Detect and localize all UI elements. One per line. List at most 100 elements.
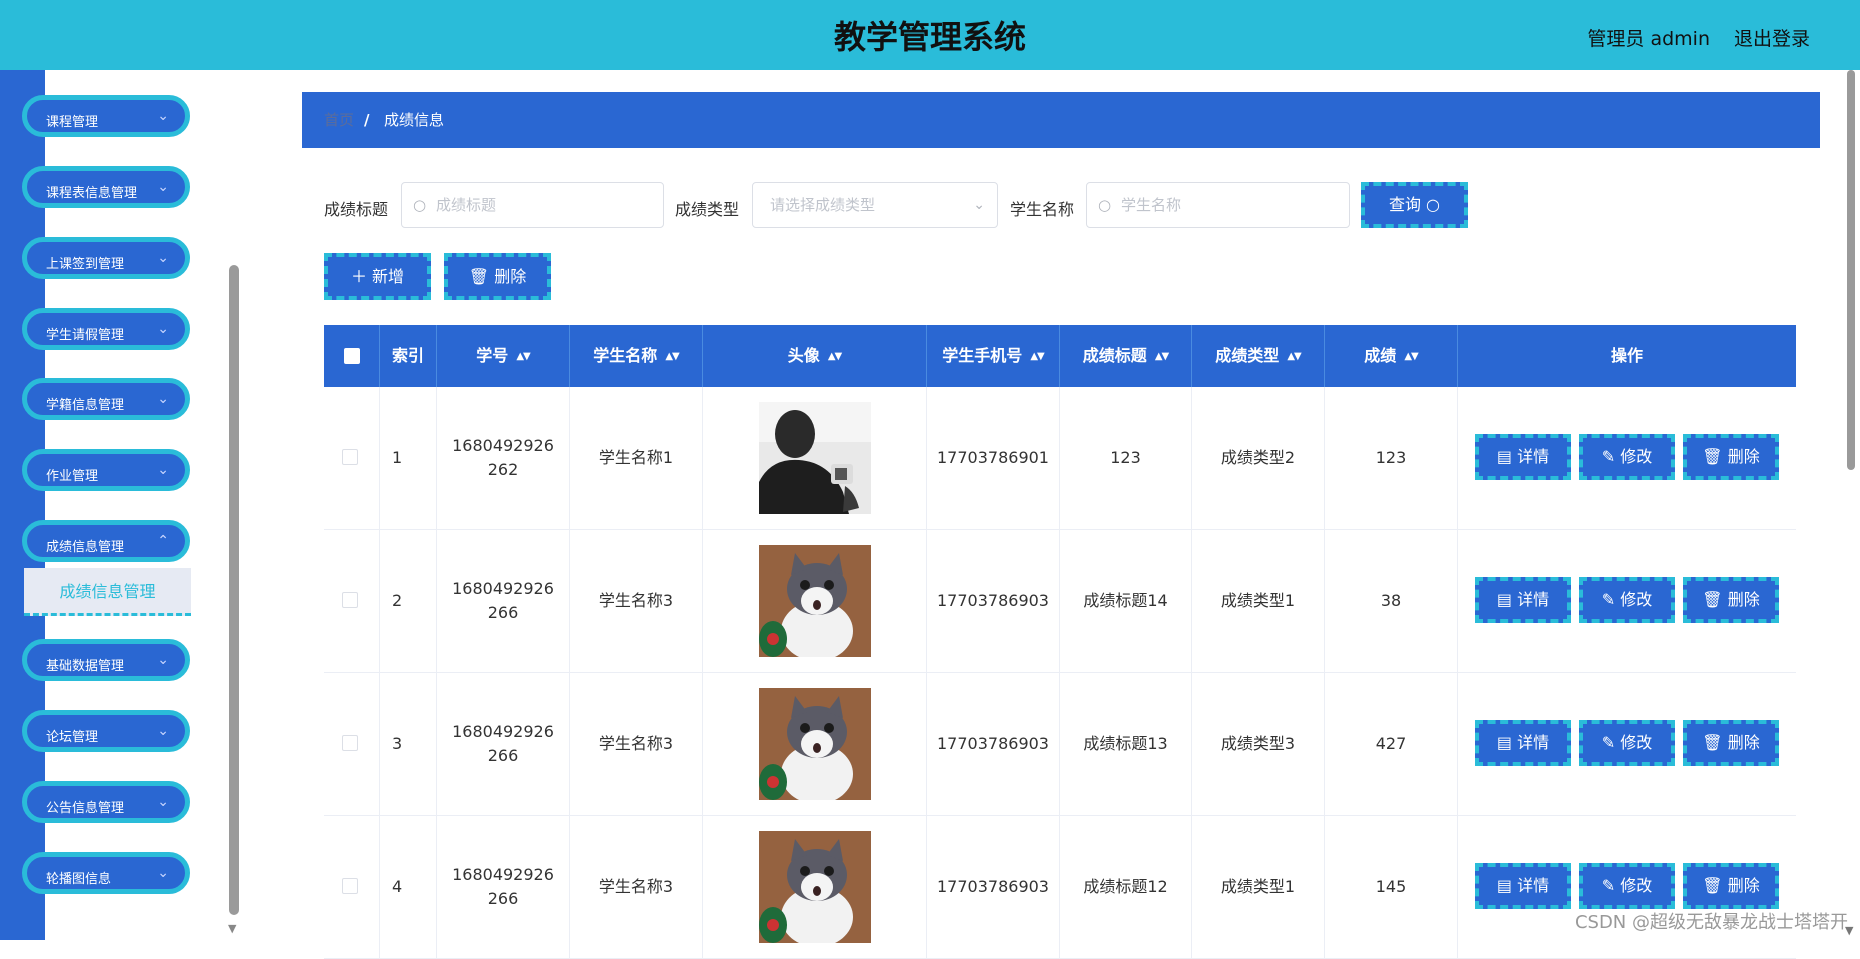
- sort-icon[interactable]: ▲▼: [1155, 351, 1169, 362]
- edit-button[interactable]: ✎ 修改: [1579, 863, 1675, 909]
- cell-text: 145: [1375, 877, 1407, 896]
- cell-text: 123: [1110, 448, 1141, 467]
- cell-text: 学生名称3: [598, 877, 674, 896]
- chevron-down-icon: ⌄: [157, 179, 169, 195]
- detail-button[interactable]: ▤ 详情: [1475, 863, 1571, 909]
- sidebar-item-carousel[interactable]: 轮播图信息 ⌄: [22, 852, 190, 894]
- logout-link[interactable]: 退出登录: [1734, 24, 1810, 51]
- table-header: 索引 学号 ▲▼ 学生名称 ▲▼ 头像 ▲▼ 学生手机号 ▲▼ 成绩标题 ▲▼ 成绩类型 ▲…: [324, 325, 1796, 387]
- sidebar-item-forum[interactable]: 论坛管理 ⌄: [22, 710, 190, 752]
- sort-icon[interactable]: ▲▼: [665, 351, 679, 362]
- sort-icon[interactable]: ▲▼: [1030, 351, 1044, 362]
- column-student-name[interactable]: 学生名称 ▲▼: [570, 325, 703, 387]
- sidebar-item-course[interactable]: 课程管理 ⌄: [22, 95, 190, 137]
- actions-cell: ▤ 详情 ✎ 修改 🗑 删除: [1458, 387, 1796, 529]
- sort-icon[interactable]: ▲▼: [1404, 351, 1418, 362]
- input-placeholder: 成绩标题: [436, 196, 497, 214]
- column-label: 成绩类型: [1215, 346, 1280, 365]
- chevron-down-icon: ⌄: [157, 462, 169, 478]
- chevron-down-icon: ⌄: [157, 865, 169, 881]
- scroll-down-icon[interactable]: ▼: [228, 922, 236, 935]
- sidebar-item-course-schedule[interactable]: 课程表信息管理 ⌄: [22, 166, 190, 208]
- table-row: 3 1680492926266 学生名称3 17703786903 成绩标题13…: [324, 673, 1796, 816]
- detail-button[interactable]: ▤ 详情: [1475, 577, 1571, 623]
- score-title-input[interactable]: ○ 成绩标题: [401, 182, 664, 228]
- delete-button[interactable]: 🗑 删除: [1683, 434, 1779, 480]
- row-checkbox[interactable]: [342, 878, 358, 894]
- delete-button[interactable]: 🗑 删除: [1683, 577, 1779, 623]
- cell-text: 成绩类型1: [1220, 877, 1296, 896]
- page-scrollbar[interactable]: [1847, 70, 1855, 470]
- row-checkbox[interactable]: [342, 735, 358, 751]
- sidebar-item-homework[interactable]: 作业管理 ⌄: [22, 449, 190, 491]
- score-title-label: 成绩标题: [324, 200, 389, 219]
- chevron-up-icon: ⌃: [157, 533, 169, 549]
- avatar[interactable]: [759, 831, 871, 943]
- add-button[interactable]: ＋ 新增: [324, 253, 431, 300]
- actions-cell: ▤ 详情 ✎ 修改 🗑 删除: [1458, 673, 1796, 815]
- delete-button[interactable]: 🗑 删除: [1683, 863, 1779, 909]
- delete-button[interactable]: 🗑 删除: [1683, 720, 1779, 766]
- top-header: 教学管理系统 管理员 admin 退出登录: [0, 0, 1860, 70]
- score-title-cell: 成绩标题13: [1060, 673, 1192, 815]
- sidebar-item-enrollment[interactable]: 学籍信息管理 ⌄: [22, 378, 190, 420]
- select-placeholder: 请选择成绩类型: [770, 196, 876, 214]
- column-student-no[interactable]: 学号 ▲▼: [437, 325, 570, 387]
- select-cell: [324, 530, 380, 672]
- app-title: 教学管理系统: [833, 18, 1026, 56]
- score-title-cell: 123: [1060, 387, 1192, 529]
- index-cell: 4: [380, 816, 437, 958]
- phone-cell: 17703786901: [927, 387, 1060, 529]
- cell-text: 17703786901: [937, 448, 1049, 467]
- cell-text: 1: [392, 448, 403, 467]
- sidebar-item-base-data[interactable]: 基础数据管理 ⌄: [22, 639, 190, 681]
- sidebar-item-scores[interactable]: 成绩信息管理 ⌃: [22, 520, 190, 562]
- row-checkbox[interactable]: [342, 449, 358, 465]
- column-score-title[interactable]: 成绩标题 ▲▼: [1060, 325, 1192, 387]
- sidebar-item-notice[interactable]: 公告信息管理 ⌄: [22, 781, 190, 823]
- row-checkbox[interactable]: [342, 592, 358, 608]
- score-cell: 123: [1325, 387, 1458, 529]
- sidebar-item-label: 课程表信息管理: [46, 186, 138, 201]
- sidebar-item-sign-in[interactable]: 上课签到管理 ⌄: [22, 237, 190, 279]
- select-all-checkbox[interactable]: [344, 348, 360, 364]
- cell-text: 38: [1380, 591, 1402, 610]
- batch-delete-button[interactable]: 🗑 删除: [444, 253, 551, 300]
- detail-button[interactable]: ▤ 详情: [1475, 434, 1571, 480]
- table-row: 2 1680492926266 学生名称3 17703786903 成绩标题14…: [324, 530, 1796, 673]
- sort-icon[interactable]: ▲▼: [1287, 351, 1301, 362]
- avatar[interactable]: [759, 545, 871, 657]
- index-cell: 2: [380, 530, 437, 672]
- sidebar-scrollbar[interactable]: [229, 265, 239, 915]
- sort-icon[interactable]: ▲▼: [516, 351, 530, 362]
- cell-text: 成绩类型2: [1220, 448, 1296, 467]
- sidebar-item-label: 学生请假管理: [46, 328, 125, 343]
- column-avatar[interactable]: 头像 ▲▼: [703, 325, 927, 387]
- score-title-cell: 成绩标题12: [1060, 816, 1192, 958]
- sidebar-subitem-scores[interactable]: 成绩信息管理: [24, 568, 191, 616]
- cell-text: 4: [392, 877, 403, 896]
- edit-button[interactable]: ✎ 修改: [1579, 434, 1675, 480]
- avatar[interactable]: [759, 688, 871, 800]
- phone-cell: 17703786903: [927, 530, 1060, 672]
- edit-button[interactable]: ✎ 修改: [1579, 577, 1675, 623]
- breadcrumb-home[interactable]: 首页: [324, 92, 354, 148]
- column-phone[interactable]: 学生手机号 ▲▼: [927, 325, 1060, 387]
- actions-cell: ▤ 详情 ✎ 修改 🗑 删除: [1458, 530, 1796, 672]
- chevron-down-icon: ⌄: [157, 108, 169, 124]
- score-type-label: 成绩类型: [675, 200, 740, 219]
- column-label: 学生名称: [593, 346, 658, 365]
- cell-text: 3: [392, 734, 403, 753]
- chevron-down-icon: ⌄: [157, 321, 169, 337]
- sidebar-item-leave[interactable]: 学生请假管理 ⌄: [22, 308, 190, 350]
- column-score[interactable]: 成绩 ▲▼: [1325, 325, 1458, 387]
- edit-button[interactable]: ✎ 修改: [1579, 720, 1675, 766]
- detail-button[interactable]: ▤ 详情: [1475, 720, 1571, 766]
- student-name-input[interactable]: ○ 学生名称: [1086, 182, 1350, 228]
- sort-icon[interactable]: ▲▼: [828, 351, 842, 362]
- table-row: 1 1680492926262 学生名称1 17703786901 123 成绩…: [324, 387, 1796, 530]
- column-score-type[interactable]: 成绩类型 ▲▼: [1192, 325, 1325, 387]
- score-type-select[interactable]: 请选择成绩类型 ⌄: [752, 182, 998, 228]
- query-button[interactable]: 查询 ○: [1361, 182, 1468, 228]
- avatar[interactable]: [759, 402, 871, 514]
